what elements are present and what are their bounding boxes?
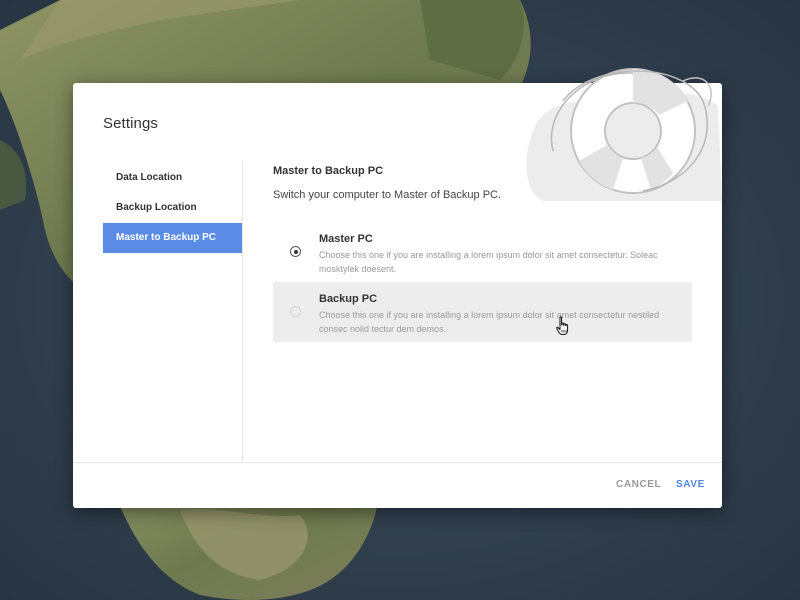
settings-content: Master to Backup PC Switch your computer… (273, 165, 693, 342)
save-button[interactable]: SAVE (676, 479, 705, 490)
section-subtitle: Switch your computer to Master of Backup… (273, 189, 502, 201)
sidebar-divider (242, 161, 243, 462)
radio-master-pc[interactable] (290, 246, 301, 257)
option-description: Choose this one if you are installing a … (319, 250, 658, 274)
footer-divider (73, 462, 722, 463)
settings-sidebar: Data Location Backup Location Master to … (103, 163, 243, 253)
option-master-pc[interactable]: Master PC Choose this one if you are ins… (273, 222, 692, 282)
settings-dialog: Settings Data Location Backup Location M… (73, 68, 722, 508)
sidebar-item-master-to-backup-pc[interactable]: Master to Backup PC (103, 223, 243, 253)
sidebar-item-data-location[interactable]: Data Location (103, 163, 243, 193)
pc-role-options: Master PC Choose this one if you are ins… (273, 222, 692, 342)
dialog-title: Settings (103, 115, 158, 132)
option-title: Master PC (319, 233, 373, 245)
option-title: Backup PC (319, 293, 378, 305)
sidebar-item-backup-location[interactable]: Backup Location (103, 193, 243, 223)
option-backup-pc[interactable]: Backup PC Choose this one if you are ins… (273, 282, 692, 342)
hand-pointer-cursor-icon (556, 316, 569, 335)
radio-backup-pc[interactable] (290, 306, 301, 317)
option-description: Choose this one if you are installing a … (319, 310, 660, 334)
section-title: Master to Backup PC (273, 165, 384, 177)
cancel-button[interactable]: CANCEL (616, 479, 661, 490)
